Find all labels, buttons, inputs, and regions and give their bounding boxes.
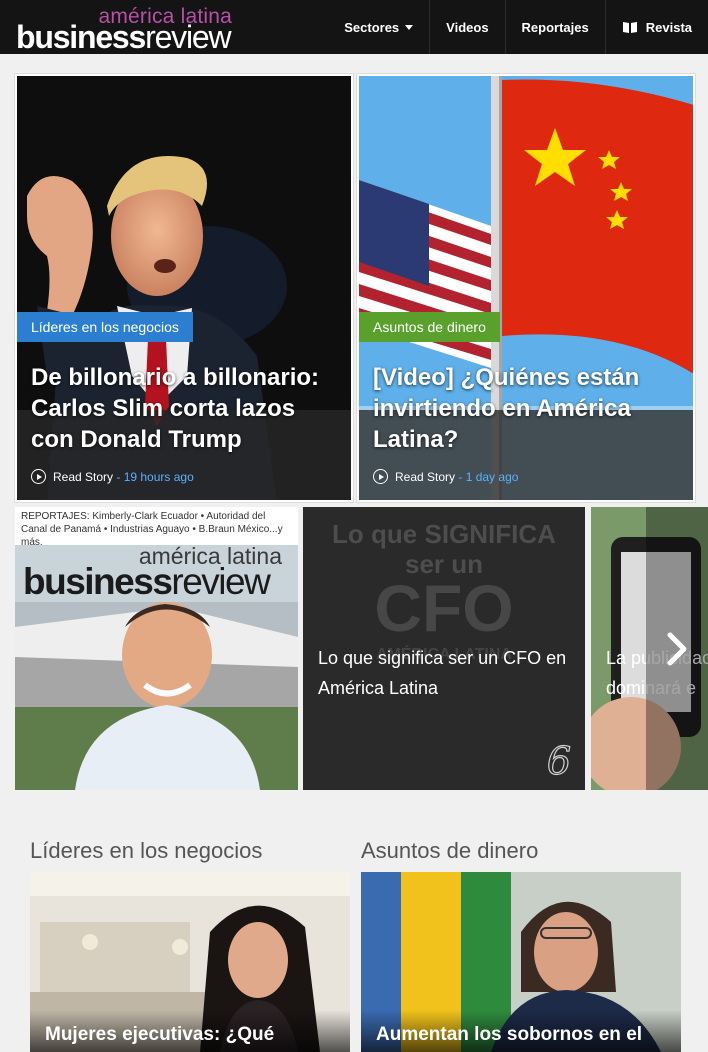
category-tag[interactable]: Líderes en los negocios <box>17 312 193 342</box>
read-story-label: Read Story <box>53 469 114 484</box>
carousel-slide-magazine[interactable]: REPORTAJES: Kimberly-Clark Ecuador • Aut… <box>15 507 298 790</box>
hero-story-title[interactable]: De billonario a billonario: Carlos Slim … <box>31 362 341 455</box>
featured-carousel: REPORTAJES: Kimberly-Clark Ecuador • Aut… <box>0 507 708 790</box>
nav-reportajes-label: Reportajes <box>521 19 589 35</box>
section-article-title: Aumentan los sobornos en el <box>376 1024 643 1045</box>
svg-text:CFO: CFO <box>374 571 513 645</box>
top-navigation-bar: américa latina businessreview Sectores V… <box>0 0 708 54</box>
nav-videos-label: Videos <box>446 19 489 35</box>
carousel-slide-title: Lo que significa ser un CFO en América L… <box>318 648 567 698</box>
nav-revista-label: Revista <box>645 19 692 35</box>
china-flag <box>502 79 693 374</box>
nav-videos[interactable]: Videos <box>429 0 504 54</box>
hero-story-title[interactable]: [Video] ¿Quiénes están invirtiendo en Am… <box>373 362 683 455</box>
magazine-logo-wordmark: businessreview <box>23 561 271 602</box>
main-nav: Sectores Videos Reportajes Revista <box>328 0 708 54</box>
carousel-next-button[interactable] <box>646 507 708 790</box>
read-story-label: Read Story <box>395 469 456 484</box>
magazine-cover-strip: REPORTAJES: Kimberly-Clark Ecuador • Aut… <box>15 507 298 548</box>
chevron-down-icon <box>405 24 414 30</box>
carousel-slide-cfo[interactable]: Lo que SIGNIFICA ser un CFO AMÉRICA LATI… <box>303 507 585 790</box>
nav-reportajes[interactable]: Reportajes <box>504 0 605 54</box>
hero-story-card[interactable]: Asuntos de dinero [Video] ¿Quiénes están… <box>357 74 695 502</box>
read-story-link[interactable]: Read Story - 1 day ago <box>373 469 518 484</box>
nav-sectores[interactable]: Sectores <box>328 0 429 54</box>
svg-text:Lo que SIGNIFICA: Lo que SIGNIFICA <box>332 519 556 549</box>
read-story-link[interactable]: Read Story - 19 hours ago <box>31 469 194 484</box>
svg-text:6: 6 <box>547 739 571 783</box>
nav-revista[interactable]: Revista <box>604 0 708 54</box>
nav-sectores-label: Sectores <box>344 19 400 35</box>
category-tag[interactable]: Asuntos de dinero <box>359 312 500 342</box>
section-heading-lideres[interactable]: Líderes en los negocios <box>30 838 262 864</box>
section-article-title: Mujeres ejecutivas: ¿Qué <box>45 1024 275 1045</box>
section-heading-asuntos[interactable]: Asuntos de dinero <box>361 838 538 864</box>
book-icon <box>622 22 637 33</box>
chevron-right-icon <box>667 632 687 665</box>
story-age: - 1 day ago <box>455 469 519 484</box>
hero-story-card[interactable]: Líderes en los negocios De billonario a … <box>15 74 353 502</box>
story-age: - 19 hours ago <box>113 469 194 484</box>
play-circle-icon <box>31 469 46 484</box>
site-logo[interactable]: américa latina businessreview <box>16 6 232 55</box>
section-article-card[interactable]: Mujeres ejecutivas: ¿Qué <box>30 872 350 1052</box>
play-circle-icon <box>373 469 388 484</box>
logo-wordmark: businessreview <box>16 19 232 55</box>
section-article-card[interactable]: Aumentan los sobornos en el <box>361 872 681 1052</box>
